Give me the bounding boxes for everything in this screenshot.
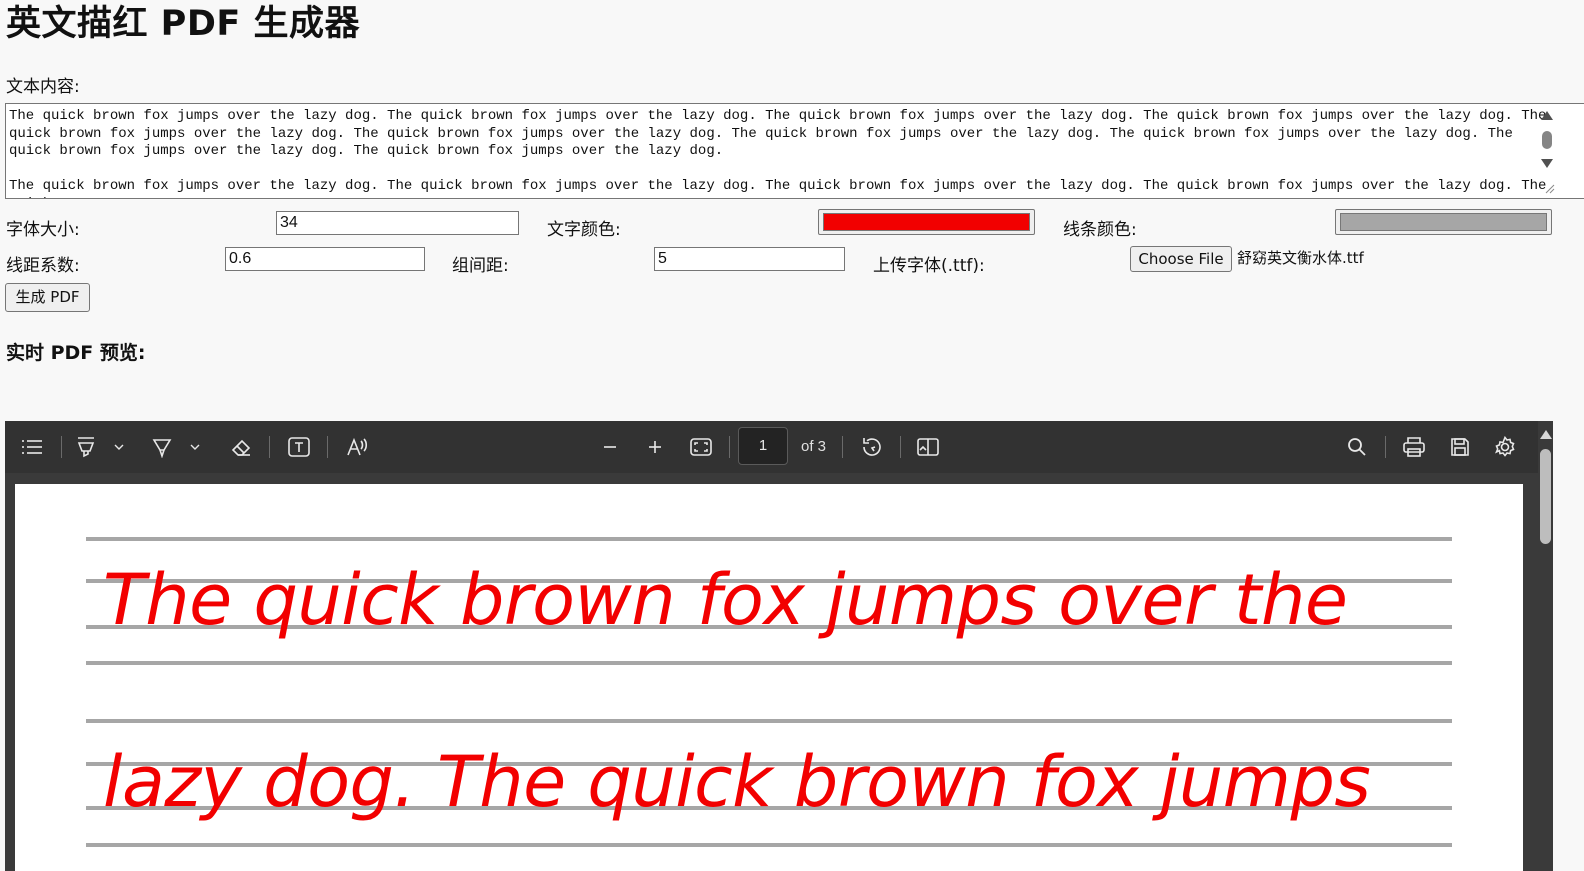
scroll-up-arrow-icon[interactable] — [1540, 430, 1552, 439]
pen-icon[interactable] — [151, 431, 173, 463]
text-color-swatch — [823, 213, 1030, 231]
line-spacing-label: 线距系数: — [6, 256, 80, 276]
two-page-icon[interactable] — [916, 431, 940, 463]
pen-dropdown-chevron-down-icon[interactable] — [189, 431, 201, 463]
rotate-icon[interactable] — [860, 431, 884, 463]
guide-line — [86, 537, 1452, 541]
read-aloud-icon[interactable] — [345, 431, 369, 463]
zoom-in-icon[interactable] — [644, 431, 666, 463]
selected-file-name: 舒窈英文衡水体.ttf — [1237, 249, 1364, 267]
trace-text-line: lazy dog. The quick brown fox jumps — [103, 741, 1371, 823]
content-label: 文本内容: — [6, 77, 80, 97]
scroll-thumb[interactable] — [1540, 449, 1551, 544]
trace-text-line: The quick brown fox jumps over the — [103, 559, 1348, 641]
resize-handle-icon[interactable] — [1545, 184, 1555, 194]
line-spacing-input[interactable]: 0.6 — [225, 247, 425, 271]
menu-icon[interactable] — [19, 431, 45, 463]
line-color-swatch — [1340, 213, 1547, 231]
group-spacing-input[interactable]: 5 — [654, 247, 845, 271]
scroll-thumb[interactable] — [1542, 131, 1552, 149]
choose-file-button[interactable]: Choose File — [1130, 246, 1232, 272]
guide-line — [86, 719, 1452, 723]
pdf-page: The quick brown fox jumps over the lazy … — [15, 484, 1523, 871]
page-number-input[interactable]: 1 — [738, 427, 788, 465]
pdf-viewer[interactable]: 1 of 3 The quick brown fox jumps over th… — [5, 421, 1553, 871]
text-color-label: 文字颜色: — [547, 220, 621, 240]
text-color-picker[interactable] — [818, 209, 1035, 235]
page-title: 英文描红 PDF 生成器 — [6, 4, 360, 44]
guide-line — [86, 843, 1452, 847]
scroll-down-arrow-icon[interactable] — [1541, 159, 1553, 168]
highlighter-dropdown-chevron-down-icon[interactable] — [113, 431, 125, 463]
page-count-label: of 3 — [801, 438, 827, 455]
eraser-icon[interactable] — [229, 431, 253, 463]
textarea-scrollbar[interactable] — [1538, 105, 1556, 195]
content-textarea[interactable]: The quick brown fox jumps over the lazy … — [5, 103, 1584, 199]
font-size-label: 字体大小: — [6, 220, 80, 240]
generate-pdf-button[interactable]: 生成 PDF — [5, 283, 90, 312]
line-color-label: 线条颜色: — [1063, 220, 1137, 240]
search-icon[interactable] — [1345, 431, 1369, 463]
upload-font-label: 上传字体(.ttf): — [873, 256, 985, 276]
print-icon[interactable] — [1402, 431, 1426, 463]
scroll-up-arrow-icon[interactable] — [1541, 111, 1553, 120]
group-spacing-label: 组间距: — [452, 256, 509, 276]
zoom-out-icon[interactable] — [599, 431, 621, 463]
line-color-picker[interactable] — [1335, 209, 1552, 235]
save-icon[interactable] — [1448, 431, 1472, 463]
font-size-input[interactable]: 34 — [276, 211, 519, 235]
pdf-toolbar: 1 of 3 — [5, 421, 1553, 473]
guide-line — [86, 661, 1452, 665]
fit-page-icon[interactable] — [689, 431, 713, 463]
settings-icon[interactable] — [1493, 431, 1517, 463]
text-box-icon[interactable] — [287, 431, 311, 463]
viewer-scrollbar[interactable] — [1538, 421, 1553, 871]
preview-heading: 实时 PDF 预览: — [6, 342, 146, 364]
highlighter-icon[interactable] — [75, 431, 97, 463]
